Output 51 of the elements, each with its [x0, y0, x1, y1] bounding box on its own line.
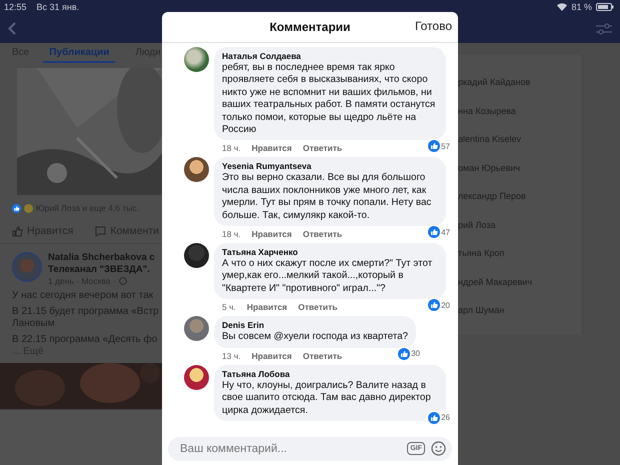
comment-text: Ну что, клоуны, доигрались? Валите назад в свое шапито отсюда. Там вас давно директор цирка дожидается. [222, 380, 432, 417]
like-count: 20 [441, 300, 450, 310]
thumbs-up-icon [12, 226, 23, 236]
like-link[interactable]: Нравится [252, 229, 292, 240]
comment-author[interactable]: Denis Erin [222, 320, 408, 332]
comment-text: Вы совсем @хуели господа из квартета? [222, 331, 408, 344]
emoji-icon[interactable] [431, 441, 446, 456]
wifi-icon [557, 3, 568, 11]
filter-icon[interactable] [596, 22, 612, 34]
comment-text: Это вы верно сказали. Все вы для большого числа ваших поклонников уже много лет, как умерли. Тут вы прям в точку попали. Нету вас больше. Так, симулякр какой-то. [222, 172, 432, 222]
battery-icon [596, 3, 614, 11]
comment-author[interactable]: Татьяна Харченко [222, 247, 438, 258]
comment-time: 18 ч. [222, 143, 241, 154]
comment-author[interactable]: Yesenia Rumyantseva [222, 161, 438, 172]
post-author[interactable]: Natalia Shcherbakova с [48, 252, 155, 264]
comment-time: 18 ч. [222, 229, 241, 240]
reply-link[interactable]: Ответить [302, 143, 342, 154]
avatar [184, 157, 209, 182]
avatar [12, 252, 42, 282]
reply-link[interactable]: Ответить [298, 302, 338, 312]
like-count: 26 [441, 413, 450, 422]
done-button[interactable]: Готово [414, 19, 452, 33]
reply-link[interactable]: Ответить [302, 350, 342, 361]
comment-time: 5 ч. [222, 302, 236, 312]
comment-time: 13 ч. [222, 350, 241, 361]
avatar [184, 243, 209, 268]
like-count: 30 [411, 349, 420, 358]
search-tab[interactable]: Публикации [43, 43, 116, 63]
avatar [184, 47, 209, 72]
comment-text: ребят, вы в последнее время так ярко проявляете себя в высказываниях, что скоро никто уже не вспомнит ни ваших фильмов, ни ваших театральных работ. В памяти останутся только помои, которые вы щедро льёте на Россию [222, 62, 436, 136]
avatar [184, 364, 209, 390]
like-count: 47 [441, 228, 450, 237]
comment-text: А что о них скажут после их смерти?" Тут этот умер,как его...мелкий такой...,который в "Квартете И" "противного" играл..."? [222, 258, 434, 296]
like-link[interactable]: Нравится [252, 143, 292, 154]
back-icon[interactable] [8, 22, 16, 35]
status-date: Вс 31 янв. [36, 2, 80, 12]
comment-author[interactable]: Наталья Солдаева [222, 51, 438, 62]
comment-icon [95, 226, 106, 236]
like-count: 57 [441, 142, 450, 151]
modal-title: Комментарии [270, 20, 350, 34]
battery-level: 81 % [571, 2, 592, 12]
reply-link[interactable]: Ответить [302, 229, 342, 240]
like-link[interactable]: Нравится [252, 350, 292, 361]
like-link[interactable]: Нравится [246, 302, 288, 312]
avatar [184, 316, 209, 342]
like-icon [12, 204, 21, 212]
globe-icon [118, 277, 127, 285]
emoji-icon [24, 204, 33, 212]
status-time: 12:55 [4, 2, 27, 12]
page-name[interactable]: Телеканал "ЗВЕЗДА". [48, 264, 155, 276]
comment-author[interactable]: Татьяна Лобова [222, 368, 438, 380]
